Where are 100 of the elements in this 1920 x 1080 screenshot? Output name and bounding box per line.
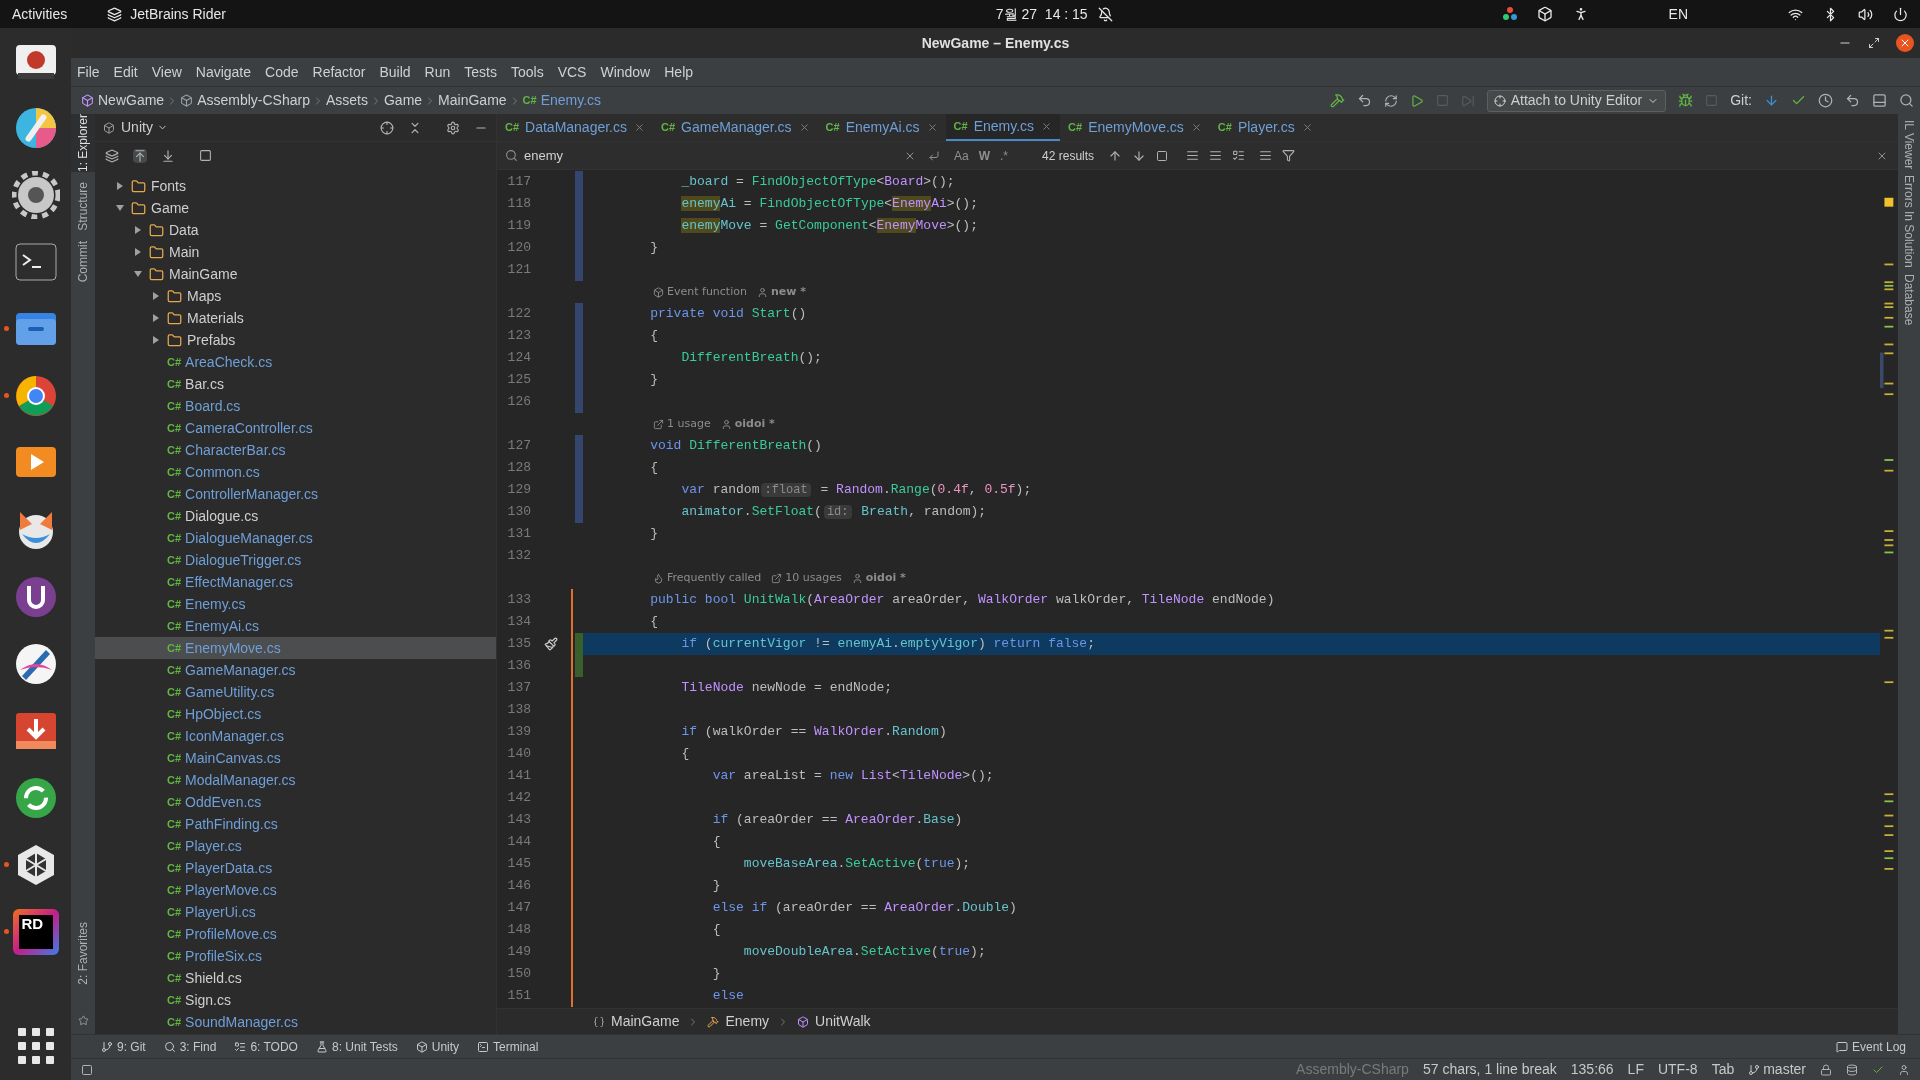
wifi-icon[interactable] [1788, 6, 1803, 22]
filter-icon[interactable] [1282, 149, 1296, 162]
rollback-icon[interactable] [1845, 93, 1860, 108]
menu-item[interactable]: Help [664, 61, 694, 83]
expand-arrow-icon[interactable] [115, 181, 125, 191]
change-marker[interactable] [575, 303, 583, 325]
build-icon[interactable] [1329, 93, 1345, 108]
file-row[interactable]: C# PlayerMove.cs [95, 879, 496, 901]
menu-item[interactable]: Run [424, 61, 451, 83]
file-row[interactable]: C# Dialogue.cs [95, 505, 496, 527]
brush-icon[interactable] [544, 637, 558, 651]
close-button[interactable] [1896, 34, 1914, 52]
indent-setting[interactable]: Tab [1711, 1059, 1735, 1080]
editor-tab[interactable]: C# EnemyMove.cs [1060, 114, 1210, 141]
change-marker[interactable] [575, 391, 583, 413]
breadcrumb-item[interactable]: Enemy [725, 1011, 770, 1032]
preview-icon[interactable] [199, 149, 212, 162]
file-row[interactable]: C# GameManager.cs [95, 659, 496, 681]
regex-toggle[interactable]: .* [1000, 146, 1009, 165]
file-row[interactable]: C# PathFinding.cs [95, 813, 496, 835]
change-marker[interactable] [575, 435, 583, 457]
file-row[interactable]: C# CharacterBar.cs [95, 439, 496, 461]
event-log-button[interactable]: Event Log [1835, 1037, 1906, 1056]
locate-icon[interactable] [380, 120, 394, 135]
file-row[interactable]: C# HpObject.cs [95, 703, 496, 725]
settings-icon[interactable] [446, 120, 460, 135]
file-row[interactable]: C# Board.cs [95, 395, 496, 417]
code-vision-hint[interactable]: 10 usages [785, 569, 842, 587]
undo-icon[interactable] [1356, 93, 1372, 108]
menu-item[interactable]: Tools [510, 61, 544, 83]
menu-item[interactable]: Refactor [312, 61, 366, 83]
menu-item[interactable]: Tests [464, 61, 497, 83]
collapse-arrow-icon[interactable] [133, 269, 143, 279]
file-row[interactable]: C# ControllerManager.cs [95, 483, 496, 505]
app-name[interactable]: JetBrains Rider [130, 3, 226, 25]
code-vision-hint[interactable]: oidoi * [734, 415, 775, 433]
update-icon[interactable] [1764, 93, 1779, 108]
file-row[interactable]: C# EnemyAi.cs [95, 615, 496, 637]
run-configuration-dropdown[interactable]: Attach to Unity Editor [1486, 89, 1667, 112]
file-row[interactable]: C# Bar.cs [95, 373, 496, 395]
expand-arrow-icon[interactable] [133, 247, 143, 257]
search-icon[interactable] [1899, 93, 1914, 108]
apps-grid-icon[interactable] [15, 1026, 56, 1066]
menu-item[interactable]: Code [265, 61, 299, 83]
path-item[interactable]: NewGame [98, 90, 165, 111]
history-icon[interactable] [1818, 93, 1833, 108]
tool-window-button[interactable]: 3: Find [163, 1037, 217, 1056]
previous-icon[interactable] [1108, 148, 1123, 163]
maximize-icon[interactable] [1868, 37, 1880, 49]
folder-row[interactable]: Prefabs [95, 329, 496, 351]
database-icon[interactable] [1846, 1063, 1858, 1076]
file-row[interactable]: C# EffectManager.cs [95, 571, 496, 593]
scroll-to-icon[interactable] [161, 148, 175, 163]
change-marker[interactable] [575, 171, 583, 193]
folder-row[interactable]: MainGame [95, 263, 496, 285]
folder-row[interactable]: Materials [95, 307, 496, 329]
change-marker[interactable] [575, 259, 583, 281]
run-icon[interactable] [1409, 93, 1424, 108]
editor-tab[interactable]: C# Player.cs [1209, 114, 1321, 141]
view-dropdown[interactable]: Unity [121, 117, 168, 138]
expand-arrow-icon[interactable] [151, 291, 161, 301]
file-row[interactable]: C# PlayerData.cs [95, 857, 496, 879]
folder-row[interactable]: Maps [95, 285, 496, 307]
path-item[interactable]: Assembly-CSharp [197, 90, 310, 111]
line-ending[interactable]: LF [1627, 1059, 1644, 1080]
power-icon[interactable] [1893, 6, 1908, 22]
folder-row[interactable]: Data [95, 219, 496, 241]
code-vision-hint[interactable]: oidoi * [865, 569, 906, 587]
code-vision-hint[interactable]: new * [770, 283, 806, 301]
menu-item[interactable]: Window [600, 61, 651, 83]
file-row[interactable]: C# Common.cs [95, 461, 496, 483]
close-tab-icon[interactable] [1301, 122, 1313, 133]
tool-window-tab[interactable]: Database [1899, 274, 1919, 326]
folder-row[interactable]: Game [95, 197, 496, 219]
layout-icon[interactable] [1872, 93, 1887, 108]
add-selection-icon[interactable] [1186, 149, 1200, 162]
menu-item[interactable]: File [77, 61, 100, 83]
language-indicator[interactable]: EN [1668, 3, 1688, 25]
tool-window-tab[interactable]: Structure [71, 182, 95, 231]
close-tab-icon[interactable] [634, 122, 645, 133]
panel-toggle-icon[interactable] [81, 1063, 93, 1076]
file-row[interactable]: C# Sign.cs [95, 989, 496, 1011]
options-icon[interactable] [1259, 149, 1273, 162]
tool-window-tab[interactable]: Commit [71, 240, 95, 283]
file-row[interactable]: C# EnemyMove.cs [95, 637, 496, 659]
breadcrumb-item[interactable]: UnitWalk [815, 1011, 871, 1032]
menu-item[interactable]: Navigate [195, 61, 252, 83]
encoding[interactable]: UTF-8 [1657, 1059, 1698, 1080]
path-item[interactable]: Enemy.cs [540, 90, 602, 111]
menu-item[interactable]: View [151, 61, 182, 83]
file-row[interactable]: C# OddEven.cs [95, 791, 496, 813]
caret-position[interactable]: 135:66 [1570, 1059, 1614, 1080]
path-item[interactable]: Assets [325, 90, 368, 111]
file-row[interactable]: C# SoundManager.cs [95, 1011, 496, 1033]
collapse-all-icon[interactable] [408, 120, 422, 135]
file-row[interactable]: C# DialogueTrigger.cs [95, 549, 496, 571]
remove-selection-icon[interactable] [1209, 149, 1223, 162]
editor-tab[interactable]: C# DataManager.cs [497, 114, 653, 141]
clock[interactable]: 7월 27 14 : 15 [995, 3, 1088, 25]
new-line-icon[interactable] [928, 149, 940, 162]
